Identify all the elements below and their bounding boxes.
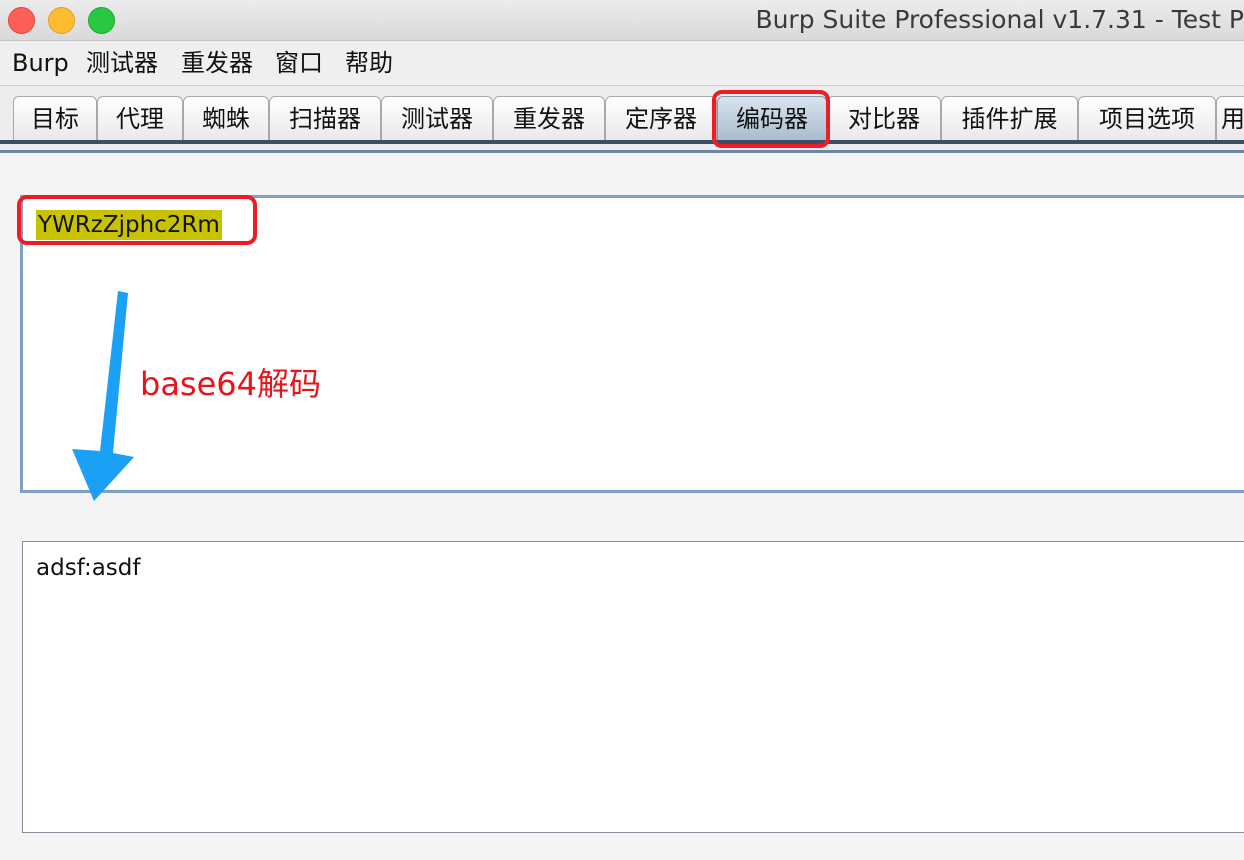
close-icon[interactable]	[8, 7, 35, 34]
menu-repeater[interactable]: 重发器	[181, 41, 253, 85]
input-highlight-box	[17, 195, 257, 245]
menu-intruder[interactable]: 测试器	[86, 41, 158, 85]
maximize-icon[interactable]	[88, 7, 115, 34]
tab-divider	[0, 140, 1244, 144]
down-arrow-icon	[72, 291, 134, 501]
decoder-output-panel[interactable]	[22, 541, 1244, 833]
minimize-icon[interactable]	[48, 7, 75, 34]
menu-help[interactable]: 帮助	[345, 41, 393, 85]
tab-user-options[interactable]: 用	[1216, 96, 1244, 140]
tab-scanner[interactable]: 扫描器	[269, 96, 381, 140]
tab-spider[interactable]: 蜘蛛	[183, 96, 269, 140]
tab-comparer[interactable]: 对比器	[827, 96, 941, 140]
menu-window[interactable]: 窗口	[275, 41, 323, 85]
decoder-tab-highlight	[712, 90, 830, 148]
tab-divider-lower	[0, 150, 1244, 153]
menu-burp[interactable]: Burp	[12, 41, 69, 85]
window-title: Burp Suite Professional v1.7.31 - Test P	[755, 5, 1244, 34]
tab-target[interactable]: 目标	[13, 96, 97, 140]
decoded-output-text[interactable]: adsf:asdf	[36, 553, 140, 583]
tab-proxy[interactable]: 代理	[97, 96, 183, 140]
menu-bar: Burp 测试器 重发器 窗口 帮助	[0, 41, 1244, 86]
tab-project-options[interactable]: 项目选项	[1078, 96, 1216, 140]
tab-sequencer[interactable]: 定序器	[605, 96, 717, 140]
decode-annotation: base64解码	[140, 365, 322, 403]
tab-repeater[interactable]: 重发器	[493, 96, 605, 140]
tab-intruder[interactable]: 测试器	[381, 96, 493, 140]
tab-extender[interactable]: 插件扩展	[941, 96, 1078, 140]
title-bar: Burp Suite Professional v1.7.31 - Test P	[0, 0, 1244, 41]
